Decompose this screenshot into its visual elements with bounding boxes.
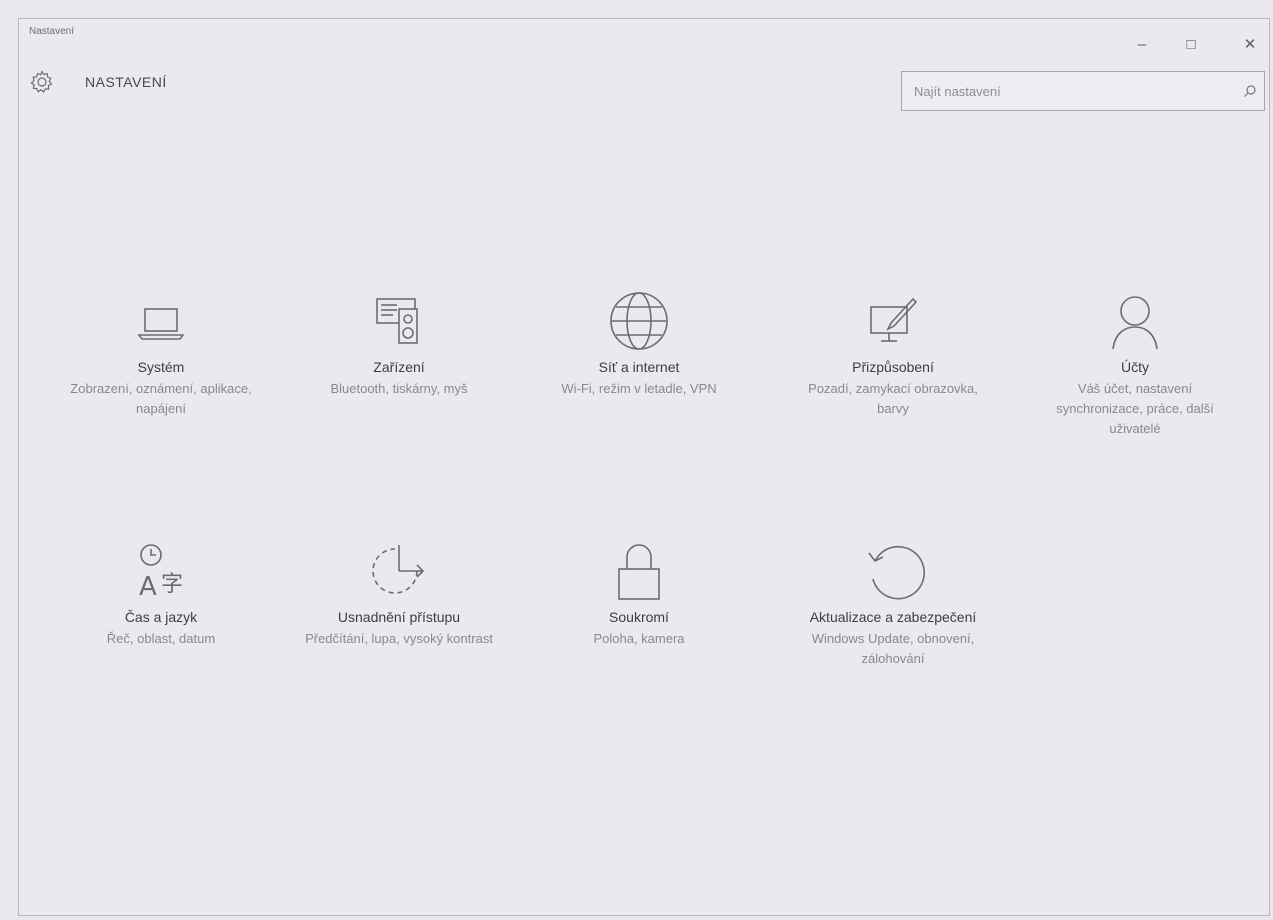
tile-description: Předčítání, lupa, vysoký kontrast bbox=[305, 631, 493, 646]
close-button[interactable]: ✕ bbox=[1235, 33, 1265, 55]
tile-label: Zařízení bbox=[373, 359, 425, 375]
tile-description: Pozadí, zamykací obrazovka, barvy bbox=[808, 381, 978, 416]
tile-description: Poloha, kamera bbox=[593, 631, 685, 646]
minimize-button[interactable]: – bbox=[1127, 33, 1157, 55]
tile-description: Zobrazení, oznámení, aplikace, napájení bbox=[70, 381, 252, 416]
tile-accounts[interactable]: Účty Váš účet, nastavení synchronizace, … bbox=[1025, 289, 1245, 439]
gear-icon bbox=[27, 67, 57, 97]
time-language-icon: A 字 bbox=[51, 539, 271, 603]
window-title: Nastavení bbox=[29, 26, 75, 37]
laptop-icon bbox=[51, 289, 271, 353]
tile-time-language[interactable]: A 字 Čas a jazyk Řeč, oblast, datum bbox=[51, 539, 271, 649]
tile-description: Bluetooth, tiskárny, myš bbox=[330, 381, 468, 396]
tile-label: Systém bbox=[137, 359, 185, 375]
tile-devices[interactable]: Zařízení Bluetooth, tiskárny, myš bbox=[289, 289, 509, 399]
tile-label: Účty bbox=[1121, 359, 1149, 375]
search-input[interactable] bbox=[902, 82, 1236, 100]
tile-personalization[interactable]: Přizpůsobení Pozadí, zamykací obrazovka,… bbox=[783, 289, 1003, 419]
tile-description: Řeč, oblast, datum bbox=[106, 631, 216, 646]
svg-text:A: A bbox=[139, 572, 157, 602]
page-header: NASTAVENÍ bbox=[27, 65, 167, 99]
update-icon bbox=[783, 539, 1003, 603]
tile-ease-of-access[interactable]: Usnadnění přístupu Předčítání, lupa, vys… bbox=[289, 539, 509, 649]
search-box[interactable] bbox=[901, 71, 1265, 111]
tile-label: Přizpůsobení bbox=[852, 359, 934, 375]
tile-description: Wi-Fi, režim v letadle, VPN bbox=[561, 381, 717, 396]
maximize-button[interactable]: □ bbox=[1176, 33, 1206, 55]
tile-description: Windows Update, obnovení, zálohování bbox=[811, 631, 975, 666]
title-bar[interactable]: Nastavení – □ ✕ bbox=[19, 19, 1269, 53]
tile-label: Soukromí bbox=[609, 609, 669, 625]
tile-label: Usnadnění přístupu bbox=[337, 609, 461, 625]
settings-window: Nastavení – □ ✕ NASTAVENÍ Najít nastaven… bbox=[18, 18, 1270, 916]
tile-label: Čas a jazyk bbox=[124, 609, 198, 625]
page-title: NASTAVENÍ bbox=[85, 74, 167, 90]
tile-privacy[interactable]: Soukromí Poloha, kamera bbox=[529, 539, 749, 649]
tile-label: Aktualizace a zabezpečení bbox=[809, 609, 977, 625]
search-icon[interactable] bbox=[1236, 77, 1264, 105]
tile-system[interactable]: Systém Zobrazení, oznámení, aplikace, na… bbox=[51, 289, 271, 419]
person-icon bbox=[1025, 289, 1245, 353]
lock-icon bbox=[529, 539, 749, 603]
svg-text:字: 字 bbox=[161, 572, 183, 597]
tile-network[interactable]: Síť a internet Wi-Fi, režim v letadle, V… bbox=[529, 289, 749, 399]
paint-icon bbox=[783, 289, 1003, 353]
globe-icon bbox=[529, 289, 749, 353]
devices-icon bbox=[289, 289, 509, 353]
tile-description: Váš účet, nastavení synchronizace, práce… bbox=[1056, 381, 1214, 436]
ease-of-access-icon bbox=[289, 539, 509, 603]
tile-label: Síť a internet bbox=[598, 359, 680, 375]
tile-update-security[interactable]: Aktualizace a zabezpečení Windows Update… bbox=[783, 539, 1003, 669]
